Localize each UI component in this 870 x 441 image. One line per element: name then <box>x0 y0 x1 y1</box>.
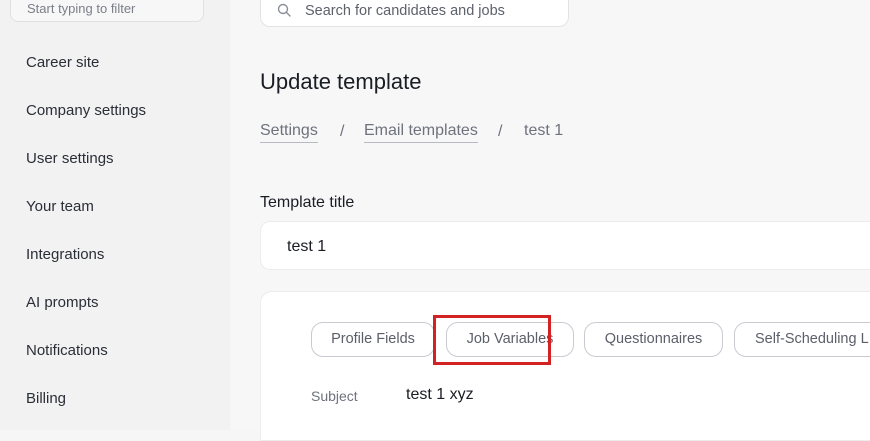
sidebar-item-user-settings[interactable]: User settings <box>26 150 114 168</box>
tab-questionnaires[interactable]: Questionnaires <box>584 322 723 357</box>
breadcrumb-current: test 1 <box>524 122 564 139</box>
filter-input[interactable]: Start typing to filter <box>10 0 204 22</box>
sidebar-item-career-site[interactable]: Career site <box>26 54 99 72</box>
search-placeholder: Search for candidates and jobs <box>305 3 505 19</box>
sidebar-item-your-team[interactable]: Your team <box>26 198 94 216</box>
tab-self-scheduling[interactable]: Self-Scheduling L <box>734 322 870 357</box>
global-search-input[interactable]: Search for candidates and jobs <box>260 0 569 27</box>
main-content: Search for candidates and jobs Update te… <box>230 0 870 441</box>
sidebar: Start typing to filter Career site Compa… <box>0 0 230 430</box>
page-title: Update template <box>260 69 422 94</box>
subject-label: Subject <box>311 388 358 404</box>
email-editor-card <box>260 291 870 441</box>
highlight-box <box>433 315 551 365</box>
sidebar-item-billing[interactable]: Billing <box>26 390 66 408</box>
template-title-value: test 1 <box>287 238 327 255</box>
subject-value[interactable]: test 1 xyz <box>406 385 474 405</box>
breadcrumb-separator: / <box>498 123 503 140</box>
tab-profile-fields[interactable]: Profile Fields <box>311 322 435 357</box>
sidebar-item-company-settings[interactable]: Company settings <box>26 102 146 120</box>
breadcrumb-settings[interactable]: Settings <box>260 121 318 143</box>
sidebar-item-ai-prompts[interactable]: AI prompts <box>26 294 99 312</box>
breadcrumb-separator: / <box>340 123 345 140</box>
breadcrumb-email-templates[interactable]: Email templates <box>364 121 478 143</box>
sidebar-item-integrations[interactable]: Integrations <box>26 246 104 264</box>
template-title-input[interactable]: test 1 <box>260 221 870 270</box>
template-title-label: Template title <box>260 194 355 211</box>
sidebar-item-notifications[interactable]: Notifications <box>26 342 108 360</box>
search-icon <box>277 3 291 17</box>
